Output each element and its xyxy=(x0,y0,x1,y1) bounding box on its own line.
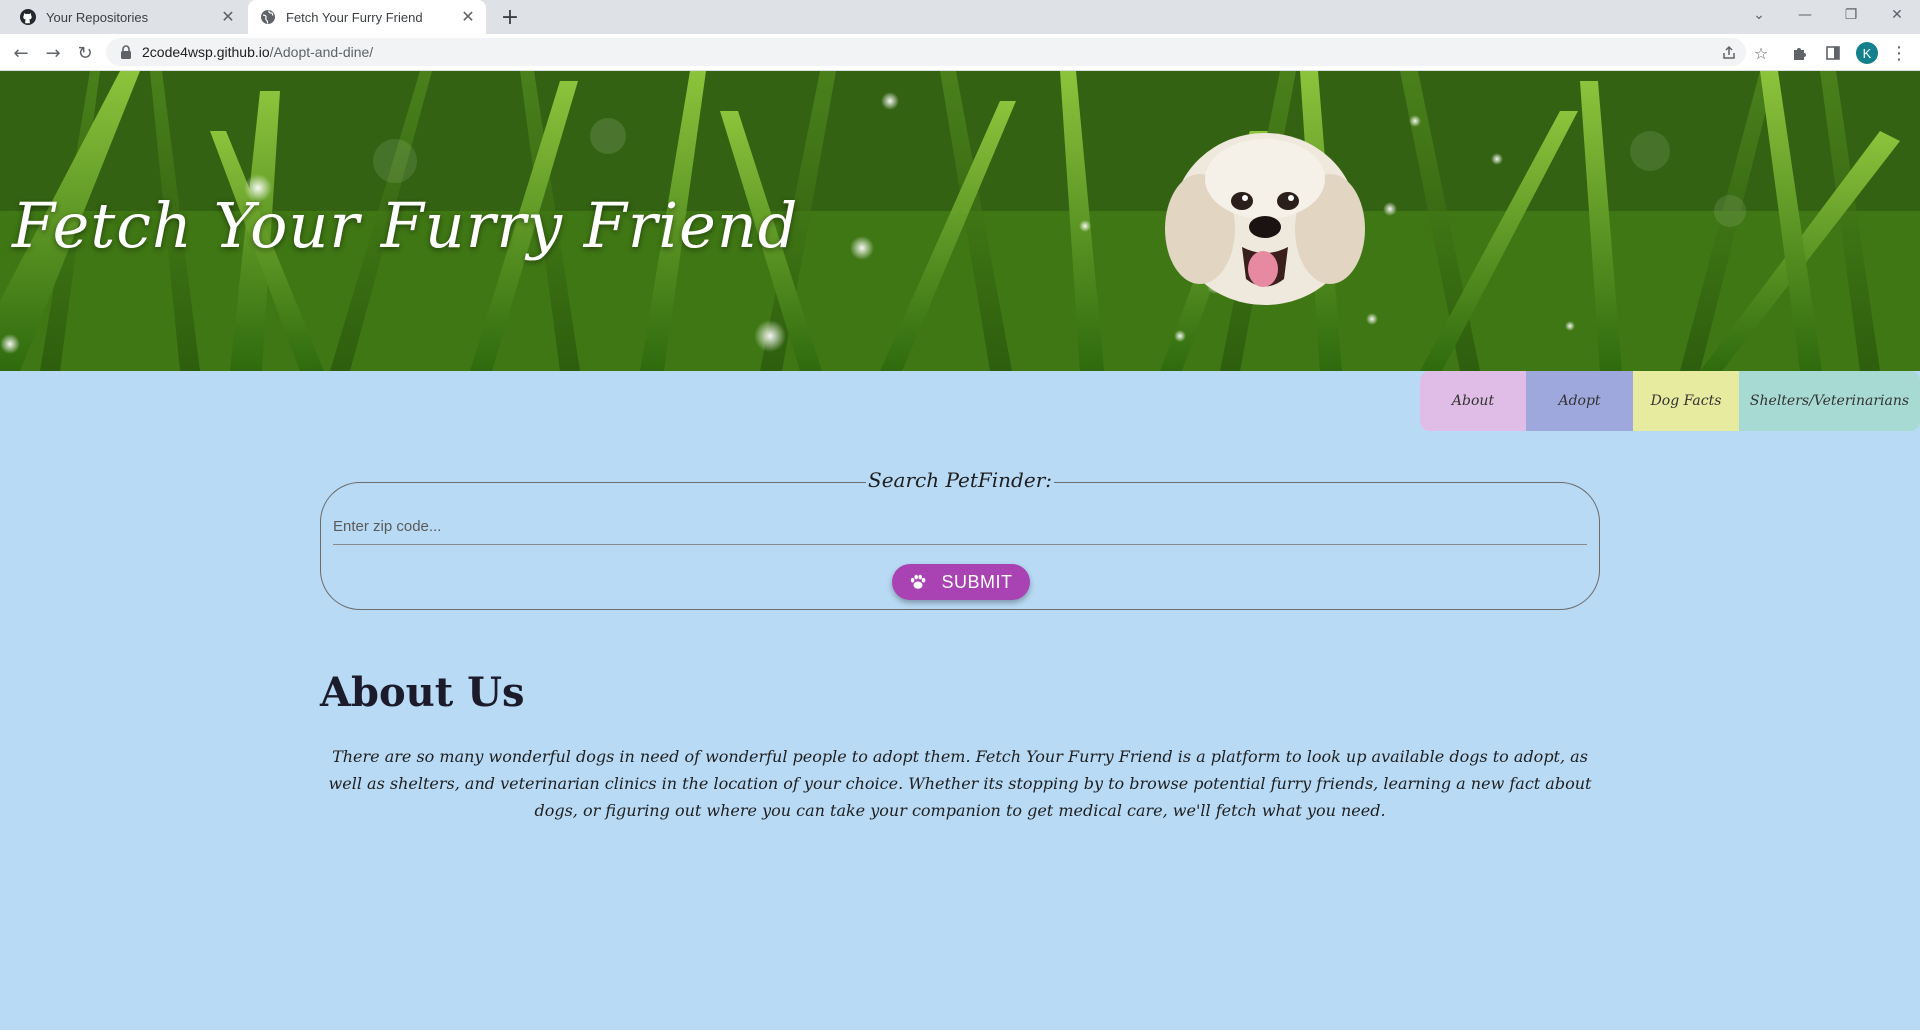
tab-search-chevron-icon[interactable]: ⌄ xyxy=(1736,0,1782,30)
about-heading: About Us xyxy=(320,669,525,716)
paw-icon xyxy=(911,574,926,589)
search-petfinder-form: Search PetFinder: SUBMIT xyxy=(320,468,1600,610)
nav-about-link[interactable]: About xyxy=(1420,371,1526,431)
tab-your-repositories[interactable]: Your Repositories ✕ xyxy=(8,0,246,34)
new-tab-button[interactable]: + xyxy=(498,5,522,30)
address-bar[interactable]: 2code4wsp.github.io/Adopt-and-dine/ xyxy=(106,38,1746,66)
close-icon[interactable]: ✕ xyxy=(458,7,478,27)
url-path: /Adopt-and-dine/ xyxy=(269,44,374,60)
about-paragraph: There are so many wonderful dogs in need… xyxy=(328,747,1592,820)
extensions-puzzle-icon[interactable] xyxy=(1787,40,1813,66)
minimize-button[interactable]: — xyxy=(1782,0,1828,30)
profile-avatar[interactable]: K xyxy=(1856,42,1878,64)
tab-label: Your Repositories xyxy=(46,9,149,25)
url-text: 2code4wsp.github.io/Adopt-and-dine/ xyxy=(142,44,373,60)
forward-button[interactable]: → xyxy=(40,40,66,66)
main-nav: About Adopt Dog Facts Shelters/Veterinar… xyxy=(1420,371,1920,431)
nav-dog-facts-link[interactable]: Dog Facts xyxy=(1633,371,1739,431)
browser-toolbar: ← → ↻ 2code4wsp.github.io/Adopt-and-dine… xyxy=(0,34,1920,71)
search-legend: Search PetFinder: xyxy=(866,468,1054,492)
browser-menu-icon[interactable]: ⋮ xyxy=(1886,40,1912,66)
close-window-button[interactable]: ✕ xyxy=(1874,0,1920,30)
github-icon xyxy=(20,9,36,25)
side-panel-icon[interactable] xyxy=(1820,40,1846,66)
site-title: Fetch Your Furry Friend xyxy=(12,189,799,262)
browser-tab-strip: Your Repositories ✕ Fetch Your Furry Fri… xyxy=(0,0,1920,34)
tab-fetch-your-furry-friend[interactable]: Fetch Your Furry Friend ✕ xyxy=(248,0,486,34)
restore-button[interactable]: ❐ xyxy=(1828,0,1874,30)
bookmark-star-icon[interactable]: ☆ xyxy=(1748,40,1774,66)
nav-adopt-link[interactable]: Adopt xyxy=(1526,371,1633,431)
back-button[interactable]: ← xyxy=(8,40,34,66)
url-host: 2code4wsp.github.io xyxy=(142,44,270,60)
submit-button[interactable]: SUBMIT xyxy=(892,564,1030,600)
zip-code-input[interactable] xyxy=(333,509,1587,545)
lock-icon xyxy=(121,45,131,59)
globe-icon xyxy=(261,10,275,24)
submit-label: SUBMIT xyxy=(941,571,1013,592)
dog-head-image xyxy=(1165,133,1365,305)
reload-button[interactable]: ↻ xyxy=(72,40,98,66)
share-icon[interactable] xyxy=(1716,40,1742,66)
close-icon[interactable]: ✕ xyxy=(218,7,238,27)
tab-label: Fetch Your Furry Friend xyxy=(286,9,423,25)
nav-shelters-link[interactable]: Shelters/Veterinarians xyxy=(1739,371,1920,431)
web-page: Fetch Your Furry Friend About Adopt Dog … xyxy=(0,71,1920,1030)
hero-banner: Fetch Your Furry Friend xyxy=(0,71,1920,371)
